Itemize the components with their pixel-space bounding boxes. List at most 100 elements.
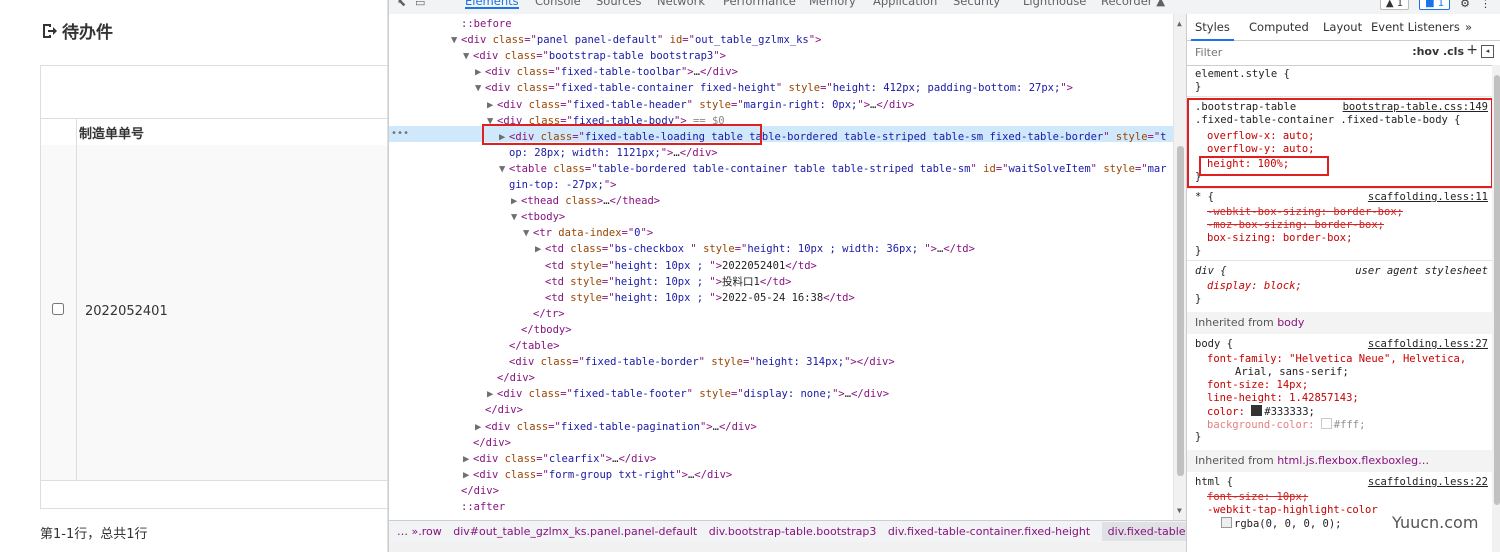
tab-application[interactable]: Application (873, 0, 937, 8)
expand-toggle-icon[interactable]: ▼ (499, 161, 509, 177)
color-swatch-icon[interactable] (1320, 418, 1332, 429)
tab-styles[interactable]: Styles (1191, 20, 1234, 41)
dom-tree-node[interactable]: ▼ <div class="bootstrap-table bootstrap3"… (463, 48, 726, 64)
expand-toggle-icon[interactable]: ▼ (475, 80, 485, 96)
elements-scrollbar[interactable]: ▲ ▼ (1173, 14, 1187, 520)
rule-html-selector[interactable]: html { (1195, 476, 1233, 489)
settings-gear-icon[interactable]: ⚙ (1460, 0, 1470, 10)
device-toolbar-icon[interactable]: ▭ (415, 0, 425, 9)
more-menu-icon[interactable]: ⋮ (1480, 0, 1491, 10)
dom-tree-node[interactable]: ▼ <table class="table-bordered table-cont… (499, 161, 1167, 177)
styles-filter-input[interactable] (1195, 45, 1350, 60)
dom-tree-node[interactable]: <td style="height: 10px ; ">2022052401</… (535, 258, 817, 274)
expand-toggle-icon[interactable]: ▼ (487, 113, 497, 129)
inspect-icon[interactable]: ⬉ (397, 0, 406, 9)
rule-bootstrap-table-selector[interactable]: .bootstrap-table (1195, 101, 1296, 114)
hov-cls-toggles[interactable]: :hov .cls (1412, 45, 1464, 58)
element-style-selector[interactable]: element.style { (1195, 68, 1290, 81)
rule-bootstrap-table-source-link[interactable]: bootstrap-table.css:149 (1343, 101, 1488, 114)
message-count-badge[interactable]: ■ 1 (1419, 0, 1451, 10)
tab-layout[interactable]: Layout (1323, 20, 1362, 34)
scroll-up-icon[interactable]: ▲ (1177, 19, 1182, 28)
rule-bootstrap-table-selector-2[interactable]: .fixed-table-container .fixed-table-body… (1195, 114, 1461, 127)
tab-lighthouse[interactable]: Lighthouse (1023, 0, 1086, 8)
color-swatch-icon[interactable] (1221, 517, 1232, 528)
dom-tree-node[interactable]: ▶ <div class="fixed-table-loading table t… (499, 129, 1167, 145)
expand-toggle-icon[interactable]: ▶ (499, 129, 509, 145)
dom-tree-node[interactable]: <td style="height: 10px ; ">投料口1</td> (535, 274, 791, 290)
tab-security[interactable]: Security (953, 0, 1000, 8)
tab-network[interactable]: Network (657, 0, 705, 8)
styles-scrollbar[interactable] (1492, 65, 1500, 552)
column-header-order-no[interactable]: 制造单单号 (79, 123, 144, 142)
dom-tree-node[interactable]: op: 28px; width: 1121px;">…</div> (509, 145, 718, 161)
prop-overflow-y[interactable]: overflow-y: auto; (1207, 143, 1314, 156)
tab-console[interactable]: Console (535, 0, 581, 8)
prop-color[interactable]: color: #333333; (1207, 405, 1315, 419)
expand-toggle-icon[interactable]: ▼ (523, 225, 533, 241)
dom-tree-node[interactable]: </tbody> (511, 322, 572, 338)
expand-toggle-icon[interactable]: ▼ (511, 209, 521, 225)
expand-toggle-icon[interactable]: ▶ (487, 386, 497, 402)
styles-scroll-thumb[interactable] (1494, 75, 1500, 505)
prop-box-sizing[interactable]: box-sizing: border-box; (1207, 232, 1352, 245)
prop-html-font-size[interactable]: font-size: 10px; (1207, 491, 1308, 504)
expand-toggle-icon[interactable]: ▶ (475, 64, 485, 80)
color-swatch-icon[interactable] (1251, 405, 1263, 416)
node-actions-ellipsis[interactable]: ••• (391, 126, 409, 142)
rule-body-selector[interactable]: body { (1195, 338, 1233, 351)
expand-toggle-icon[interactable]: ▶ (463, 451, 473, 467)
tab-elements[interactable]: Elements (465, 0, 519, 9)
dom-tree-node[interactable]: <div class="fixed-table-border" style="h… (499, 354, 895, 370)
toggle-sidebar-icon[interactable]: ◂ (1481, 45, 1494, 58)
prop-webkit-box-sizing[interactable]: -webkit-box-sizing: border-box; (1207, 206, 1403, 219)
prop-background-color[interactable]: background-color: #fff; (1207, 418, 1365, 432)
prop-display[interactable]: display: block; (1207, 280, 1302, 293)
dom-tree-node[interactable]: ▶ <thead class>…</thead> (511, 193, 660, 209)
elements-scroll-thumb[interactable] (1177, 146, 1184, 476)
rule-body-source-link[interactable]: scaffolding.less:27 (1368, 338, 1488, 351)
tab-computed[interactable]: Computed (1249, 20, 1309, 34)
dom-tree-node[interactable]: ▼ <div class="fixed-table-container fixed… (475, 80, 1073, 96)
dom-tree-node[interactable]: ▶ <div class="clearfix">…</div> (463, 451, 656, 467)
breadcrumb-row[interactable]: … ».row (397, 525, 442, 538)
dom-tree-node[interactable]: ▼ <tbody> (511, 209, 565, 225)
new-rule-plus-icon[interactable]: + (1466, 42, 1478, 58)
inherited-html-link[interactable]: html.js.flexbox.flexboxleg… (1277, 454, 1429, 467)
dom-tree-node[interactable]: </div> (451, 483, 499, 499)
elements-horizontal-scrollbar[interactable] (389, 542, 1186, 552)
dom-tree-node[interactable]: </div> (463, 435, 511, 451)
breadcrumb-panel[interactable]: div#out_table_gzlmx_ks.panel.panel-defau… (453, 525, 697, 538)
rule-universal-source-link[interactable]: scaffolding.less:11 (1368, 191, 1488, 204)
inherited-body-link[interactable]: body (1277, 316, 1304, 329)
tab-sources[interactable]: Sources (596, 0, 642, 8)
warning-count-badge[interactable]: ▲ 1 (1379, 0, 1410, 10)
tab-recorder[interactable]: Recorder ▲ (1101, 0, 1165, 8)
expand-toggle-icon[interactable]: ▶ (511, 193, 521, 209)
prop-line-height[interactable]: line-height: 1.42857143; (1207, 392, 1359, 405)
tab-event-listeners[interactable]: Event Listeners (1371, 20, 1460, 34)
dom-tree-node[interactable]: <td style="height: 10px ; ">2022-05-24 1… (535, 290, 855, 306)
expand-toggle-icon[interactable]: ▼ (451, 32, 461, 48)
breadcrumb-bootstrap-table[interactable]: div.bootstrap-table.bootstrap3 (709, 525, 877, 538)
dom-tree-node[interactable]: gin-top: -27px;"> (509, 177, 616, 193)
dom-tree-node[interactable]: ▶ <div class="fixed-table-header" style="… (487, 97, 914, 113)
dom-tree-node[interactable]: </tr> (523, 306, 565, 322)
rule-universal-selector[interactable]: * { (1195, 191, 1214, 204)
expand-toggle-icon[interactable]: ▶ (487, 97, 497, 113)
expand-toggle-icon[interactable]: ▼ (463, 48, 473, 64)
scroll-down-icon[interactable]: ▼ (1177, 506, 1182, 515)
breadcrumb-table-body[interactable]: div.fixed-table-body (1101, 522, 1186, 541)
dom-tree-node[interactable]: </div> (475, 402, 523, 418)
dom-tree-node[interactable]: ▼ <div class="fixed-table-body"> == $0 (487, 113, 725, 129)
prop-font-size[interactable]: font-size: 14px; (1207, 379, 1308, 392)
dom-tree-node[interactable]: </div> (487, 370, 535, 386)
dom-tree-node[interactable]: ▼ <div class="panel panel-default" id="ou… (451, 32, 821, 48)
dom-tree-node[interactable]: ▶ <div class="fixed-table-toolbar">…</div… (475, 64, 738, 80)
rule-div-selector[interactable]: div { (1195, 265, 1227, 278)
prop-height[interactable]: height: 100%; (1207, 158, 1289, 171)
prop-font-family[interactable]: font-family: "Helvetica Neue", Helvetica… (1207, 353, 1466, 366)
dom-tree-node[interactable]: ::after (451, 499, 505, 515)
dom-tree-node[interactable]: ▶ <div class="fixed-table-footer" style="… (487, 386, 889, 402)
breadcrumb-table-container[interactable]: div.fixed-table-container.fixed-height (888, 525, 1090, 538)
